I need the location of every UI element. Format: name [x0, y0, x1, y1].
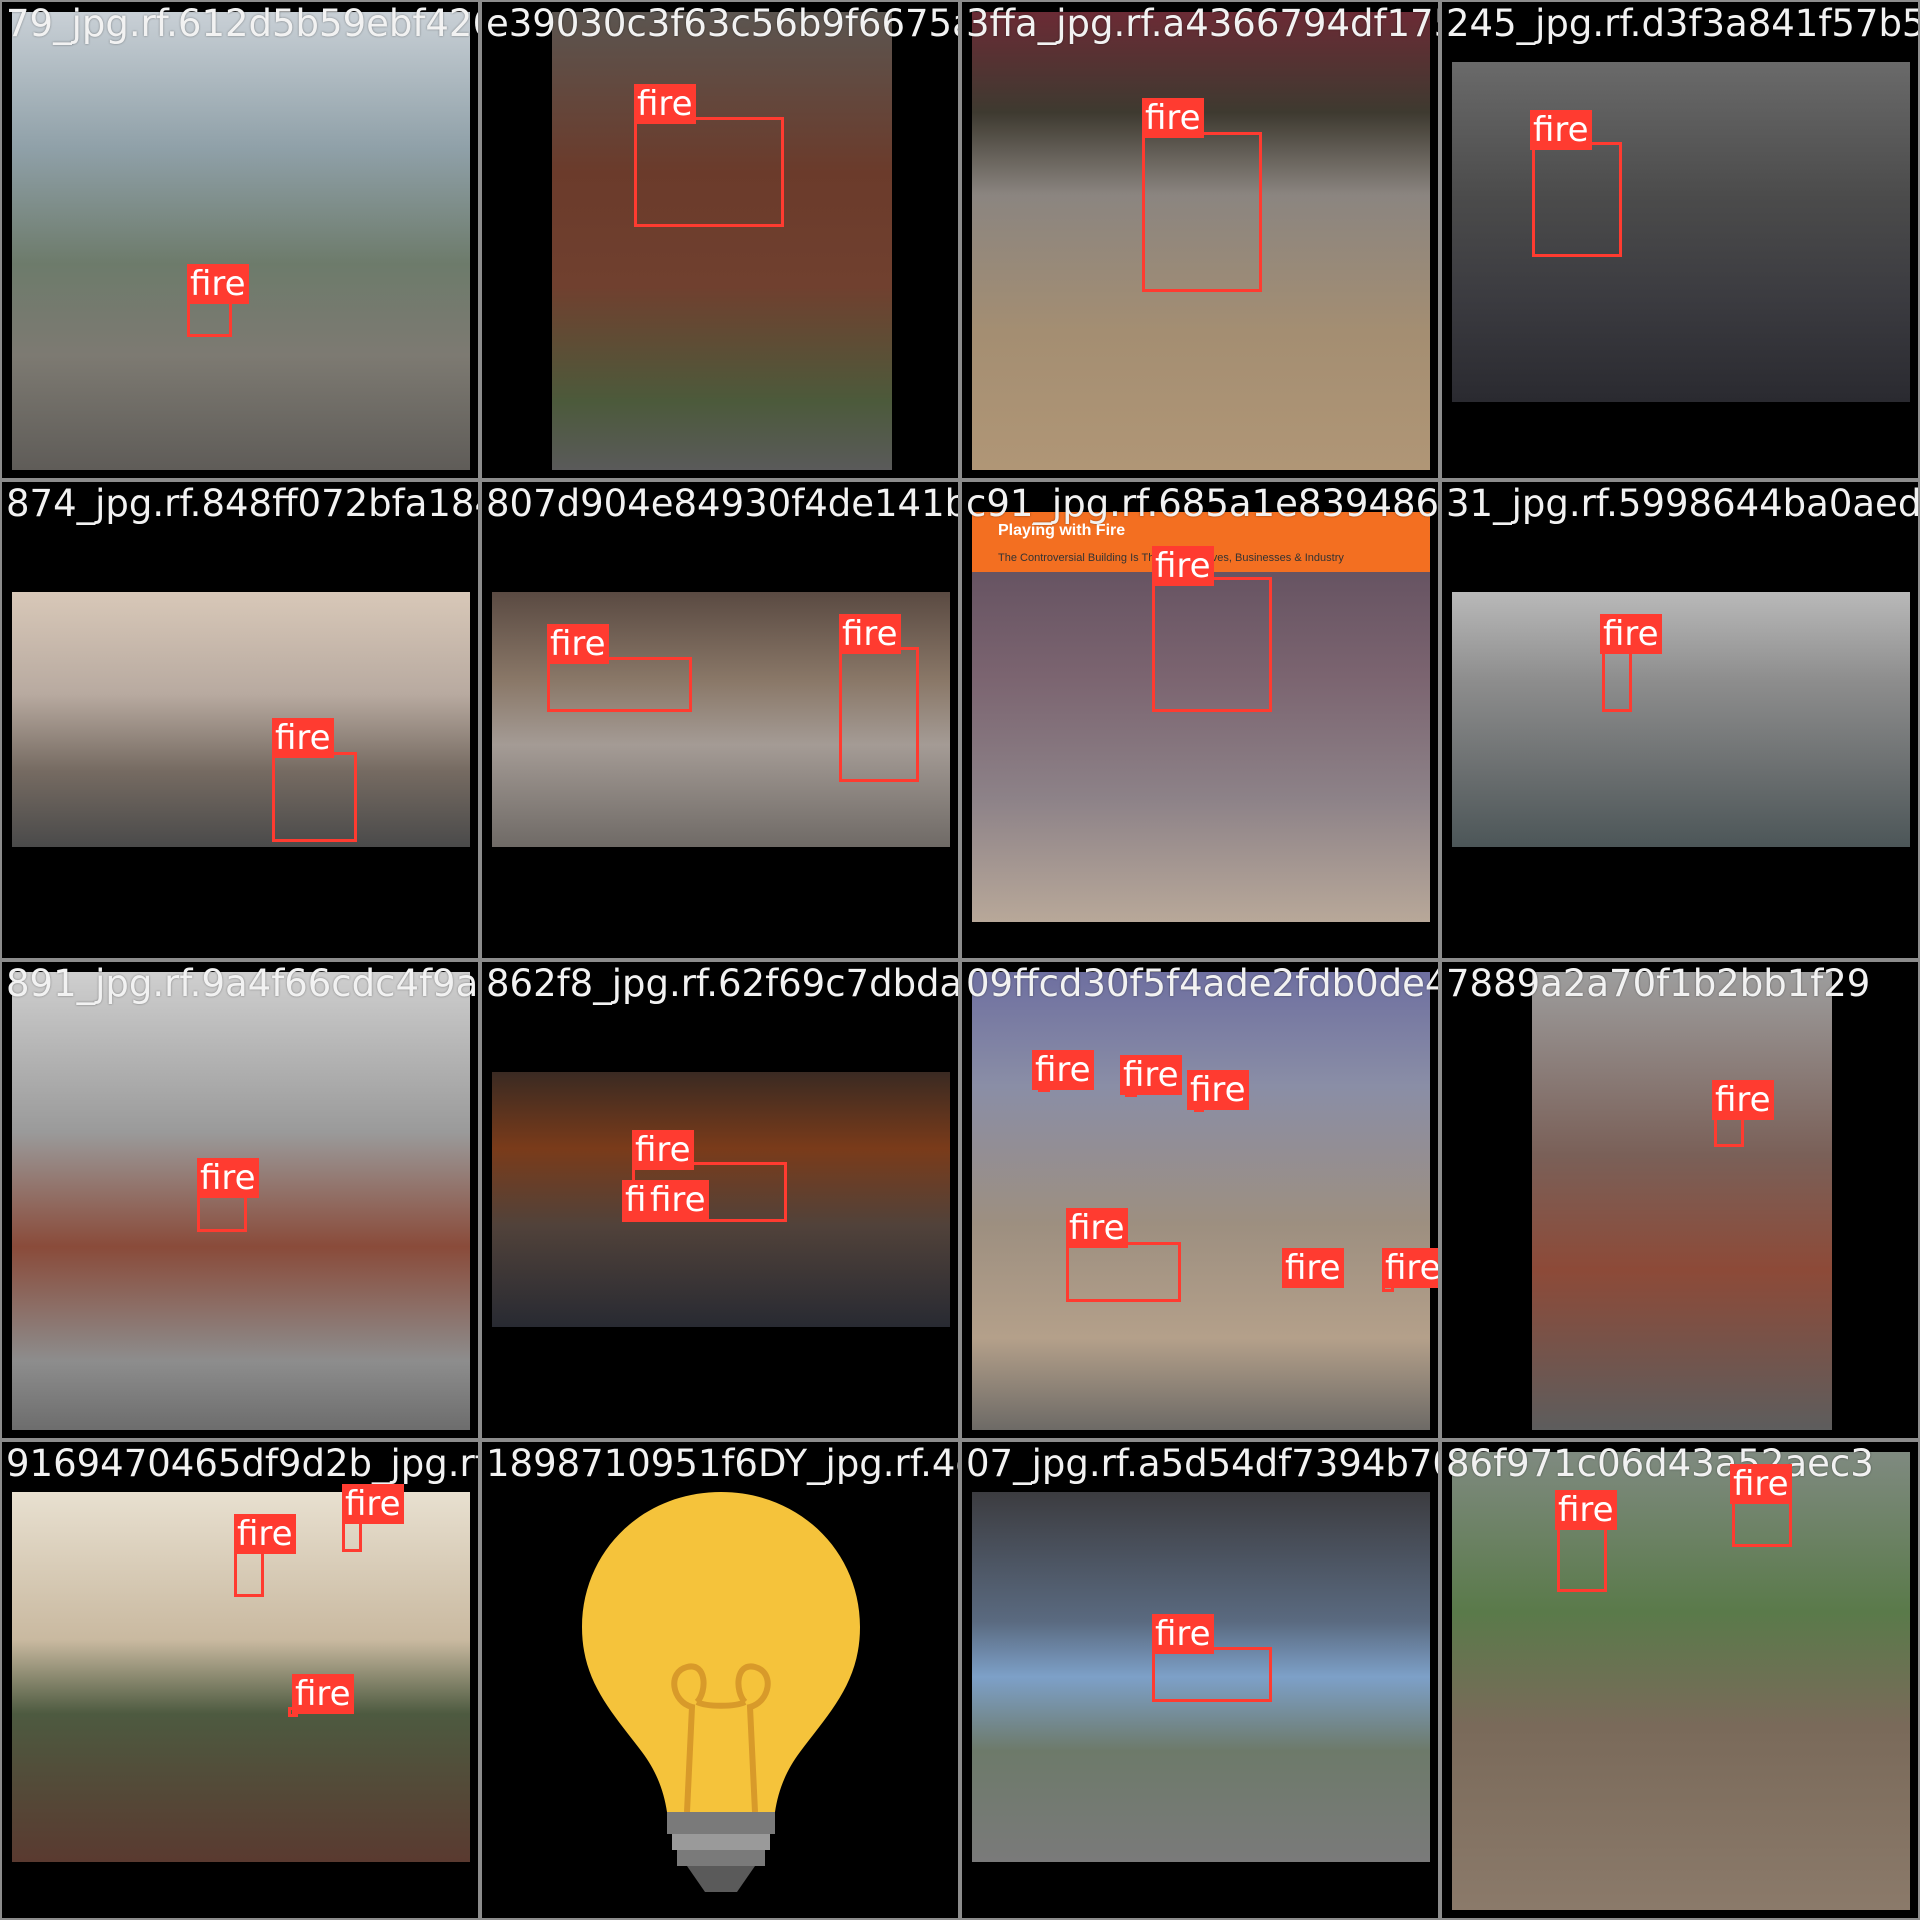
detection-label: fire: [187, 264, 249, 304]
cell-filename: 891_jpg.rf.9a4f66cdc4f9a2: [6, 962, 478, 1005]
detection-label: fire: [1530, 110, 1592, 150]
detection-label: fire: [1120, 1055, 1182, 1095]
cell-filename: 07_jpg.rf.a5d54df7394b70c: [966, 1442, 1438, 1485]
detection-box: [1602, 647, 1632, 712]
detection-label: fire: [1555, 1490, 1617, 1530]
mosaic-cell: 07_jpg.rf.a5d54df7394b70cfire: [962, 1442, 1438, 1918]
detection-box: [234, 1547, 264, 1597]
mosaic-cell: 79_jpg.rf.612d5b59ebf42636fire: [2, 2, 478, 478]
detection-box: [1152, 1647, 1272, 1702]
detection-box: [1732, 1497, 1792, 1547]
image-mosaic: 79_jpg.rf.612d5b59ebf42636firee39030c3f6…: [0, 0, 1920, 1920]
cell-filename: c91_jpg.rf.685a1e83948628678: [966, 482, 1438, 525]
cell-filename: e39030c3f63c56b9f6675acc36: [486, 2, 958, 45]
mosaic-cell: e39030c3f63c56b9f6675acc36 fire: [482, 2, 958, 478]
detection-label: fire: [1152, 546, 1214, 586]
detection-box: [272, 752, 357, 842]
detection-label: fire: [1382, 1248, 1438, 1288]
detection-box: [1142, 132, 1262, 292]
cell-filename: 3ffa_jpg.rf.a4366794df175d3074: [966, 2, 1438, 45]
mosaic-cell: Playing with Fire The Controversial Build…: [962, 482, 1438, 958]
detection-label: fire: [1730, 1464, 1792, 1504]
detection-box: [1557, 1522, 1607, 1592]
mosaic-cell: 807d904e84930f4de141b06c093 fire fire: [482, 482, 958, 958]
detection-label: fire: [1152, 1614, 1214, 1654]
cell-filename: 807d904e84930f4de141b06c093: [486, 482, 958, 525]
cell-filename: 245_jpg.rf.d3f3a841f57b52: [1446, 2, 1918, 45]
mosaic-cell: 862f8_jpg.rf.62f69c7dbda0be9c9firefifire: [482, 962, 958, 1438]
detection-label: fire: [292, 1674, 354, 1714]
cell-photo: [1452, 62, 1910, 402]
detection-label: fire: [647, 1180, 709, 1220]
cell-photo: [492, 1452, 950, 1910]
detection-label: fire: [234, 1514, 296, 1554]
detection-label: fire: [547, 624, 609, 664]
mosaic-cell: 3ffa_jpg.rf.a4366794df175d3074fire: [962, 2, 1438, 478]
detection-box: [1532, 142, 1622, 257]
detection-box: [1066, 1242, 1181, 1302]
detection-label: fire: [272, 718, 334, 758]
cell-filename: 31_jpg.rf.5998644ba0aed98: [1446, 482, 1918, 525]
cell-filename: 1898710951f6DY_jpg.rf.4ef43: [486, 1442, 958, 1485]
detection-label: fire: [1712, 1080, 1774, 1120]
mosaic-cell: 874_jpg.rf.848ff072bfa1841f90fire: [2, 482, 478, 958]
detection-label: fire: [839, 614, 901, 654]
detection-box: [1152, 577, 1272, 712]
detection-box: [197, 1192, 247, 1232]
mosaic-cell: 245_jpg.rf.d3f3a841f57b52fire: [1442, 2, 1918, 478]
cell-filename: 9169470465df9d2b_jpg.rf.41: [6, 1442, 478, 1485]
cell-filename: 874_jpg.rf.848ff072bfa1841f90: [6, 482, 478, 525]
detection-label: fire: [1032, 1050, 1094, 1090]
cell-filename: 86f971c06d43a52aec3: [1446, 1442, 1874, 1485]
cell-filename: 7889a2a70f1b2bb1f29: [1446, 962, 1871, 1005]
detection-label: fire: [1187, 1070, 1249, 1110]
light-bulb-icon: [582, 1492, 860, 1892]
mosaic-cell: 09ffcd30f5f4ade2fdb0de44c8firefirefirefi…: [962, 962, 1438, 1438]
detection-label: fire: [197, 1158, 259, 1198]
mosaic-cell: 891_jpg.rf.9a4f66cdc4f9a2fire: [2, 962, 478, 1438]
detection-label: fire: [1066, 1208, 1128, 1248]
mosaic-cell: 9169470465df9d2b_jpg.rf.41firefirefire: [2, 1442, 478, 1918]
cell-photo: [12, 592, 470, 847]
mosaic-cell: 31_jpg.rf.5998644ba0aed98fire: [1442, 482, 1918, 958]
cell-filename: 862f8_jpg.rf.62f69c7dbda0be9c9: [486, 962, 958, 1005]
detection-label: fire: [1600, 614, 1662, 654]
cell-photo: [1532, 972, 1832, 1430]
mosaic-cell: 7889a2a70f1b2bb1f29 fire: [1442, 962, 1918, 1438]
cell-photo: [552, 12, 892, 470]
detection-label: fire: [634, 84, 696, 124]
detection-box: [547, 657, 692, 712]
detection-label: fire: [632, 1130, 694, 1170]
detection-label: fire: [1142, 98, 1204, 138]
mosaic-cell: 86f971c06d43a52aec3 fire fire: [1442, 1442, 1918, 1918]
detection-label: fire: [1282, 1248, 1344, 1288]
cell-photo: [1452, 592, 1910, 847]
detection-label: fi: [622, 1180, 650, 1220]
cell-photo: [1452, 1452, 1910, 1910]
detection-box: [634, 117, 784, 227]
cell-filename: 79_jpg.rf.612d5b59ebf42636: [6, 2, 478, 45]
mosaic-cell: 1898710951f6DY_jpg.rf.4ef43: [482, 1442, 958, 1918]
cell-photo: [972, 972, 1430, 1430]
detection-label: fire: [342, 1484, 404, 1524]
cell-filename: 09ffcd30f5f4ade2fdb0de44c8: [966, 962, 1438, 1005]
cell-photo: [12, 12, 470, 470]
detection-box: [839, 647, 919, 782]
